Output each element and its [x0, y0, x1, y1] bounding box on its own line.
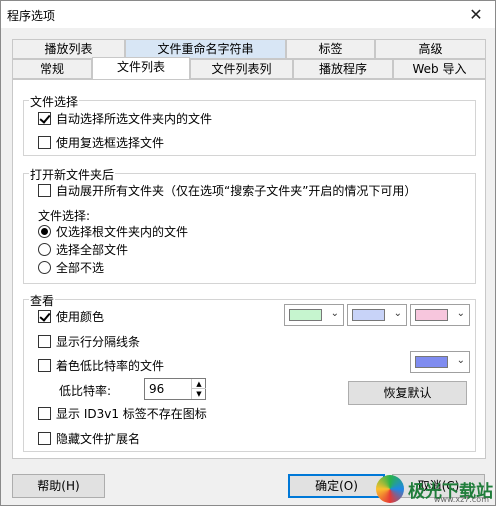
color-swatch: [415, 309, 448, 321]
tab-tags[interactable]: 标签: [286, 39, 375, 59]
chevron-down-icon: ⌄: [330, 308, 339, 319]
window-title: 程序选项: [7, 9, 56, 23]
ok-button[interactable]: 确定(O): [288, 474, 385, 498]
bitrate-label-text: 低比特率:: [59, 384, 112, 398]
spin-up-icon[interactable]: ▲: [192, 379, 206, 389]
checkbox-label: 自动展开所有文件夹（仅在选项“搜索子文件夹”开启的情况下可用）: [56, 184, 417, 198]
checkbox-label: 显示行分隔线条: [56, 335, 141, 349]
radio-root-only[interactable]: 仅选择根文件夹内的文件: [38, 223, 188, 240]
color-swatch: [289, 309, 322, 321]
low-bitrate-checkbox[interactable]: 着色低比特率的文件: [38, 357, 164, 374]
bitrate-value[interactable]: 96: [149, 382, 164, 396]
spinner-buttons: ▲ ▼: [191, 379, 206, 399]
watermark: 极光下载站 www.xz7.com: [376, 475, 493, 504]
radio-select-none[interactable]: 全部不选: [38, 259, 104, 276]
watermark-url: www.xz7.com: [433, 495, 489, 504]
checkbox-label: 隐藏文件扩展名: [56, 432, 141, 446]
checkbox-box[interactable]: [38, 136, 51, 149]
tab-general[interactable]: 常规: [12, 59, 92, 79]
color-swatch: [352, 309, 385, 321]
bitrate-label: 低比特率:: [59, 382, 111, 399]
hide-extension-checkbox[interactable]: 隐藏文件扩展名: [38, 430, 140, 447]
group-title-view: 查看: [29, 292, 56, 309]
radio-select-all[interactable]: 选择全部文件: [38, 241, 128, 258]
show-id3-checkbox[interactable]: 显示 ID3v1 标签不存在图标: [38, 405, 207, 422]
checkbox-box[interactable]: [38, 184, 51, 197]
use-checkbox-select-checkbox[interactable]: 使用复选框选择文件: [38, 134, 164, 151]
restore-default-button[interactable]: 恢复默认: [348, 381, 467, 405]
file-select-label-text: 文件选择:: [38, 209, 91, 223]
use-color-checkbox[interactable]: 使用颜色: [38, 308, 104, 325]
radio-label: 全部不选: [56, 261, 105, 275]
tab-file-list[interactable]: 文件列表: [92, 57, 190, 79]
tab-file-list-columns[interactable]: 文件列表列: [190, 59, 293, 79]
radio-button[interactable]: [38, 225, 51, 238]
help-button[interactable]: 帮助(H): [12, 474, 105, 498]
checkbox-box[interactable]: [38, 112, 51, 125]
group-title-file-select: 文件选择: [29, 93, 80, 110]
tab-web-import[interactable]: Web 导入: [393, 59, 486, 79]
checkbox-label: 使用复选框选择文件: [56, 136, 165, 150]
checkbox-box[interactable]: [38, 335, 51, 348]
low-bitrate-color-select[interactable]: ⌄: [410, 351, 470, 373]
tab-advanced[interactable]: 高级: [375, 39, 486, 59]
checkbox-box[interactable]: [38, 432, 51, 445]
row-lines-checkbox[interactable]: 显示行分隔线条: [38, 333, 140, 350]
bitrate-spinner[interactable]: 96 ▲ ▼: [144, 378, 206, 400]
tab-playlist[interactable]: 播放列表: [12, 39, 125, 59]
auto-select-checkbox[interactable]: 自动选择所选文件夹内的文件: [38, 110, 212, 127]
checkbox-label: 使用颜色: [56, 310, 105, 324]
radio-label: 仅选择根文件夹内的文件: [56, 225, 189, 239]
close-icon[interactable]: ✕: [465, 4, 487, 26]
tab-rename-strings[interactable]: 文件重命名字符串: [125, 39, 286, 59]
radio-label: 选择全部文件: [56, 243, 129, 257]
radio-button[interactable]: [38, 261, 51, 274]
radio-button[interactable]: [38, 243, 51, 256]
expand-all-checkbox[interactable]: 自动展开所有文件夹（仅在选项“搜索子文件夹”开启的情况下可用）: [38, 182, 416, 199]
watermark-logo-icon: [376, 475, 404, 503]
file-select-label: 文件选择:: [38, 207, 90, 224]
checkbox-box[interactable]: [38, 310, 51, 323]
color-swatch: [415, 356, 448, 368]
options-dialog: 程序选项 ✕ 播放列表 文件重命名字符串 标签 高级 常规 文件列表 文件列表列…: [0, 0, 496, 506]
checkbox-label: 着色低比特率的文件: [56, 359, 165, 373]
checkbox-label: 显示 ID3v1 标签不存在图标: [56, 407, 207, 421]
tab-player[interactable]: 播放程序: [293, 59, 393, 79]
checkbox-label: 自动选择所选文件夹内的文件: [56, 112, 213, 126]
checkbox-box[interactable]: [38, 359, 51, 372]
chevron-down-icon: ⌄: [456, 308, 465, 319]
checkbox-box[interactable]: [38, 407, 51, 420]
title-bar: 程序选项 ✕: [1, 1, 495, 29]
color-select-2[interactable]: ⌄: [347, 304, 407, 326]
color-select-3[interactable]: ⌄: [410, 304, 470, 326]
chevron-down-icon: ⌄: [456, 355, 465, 366]
color-select-1[interactable]: ⌄: [284, 304, 344, 326]
group-title-open-folder: 打开新文件夹后: [29, 166, 116, 183]
chevron-down-icon: ⌄: [393, 308, 402, 319]
spin-down-icon[interactable]: ▼: [192, 389, 206, 399]
